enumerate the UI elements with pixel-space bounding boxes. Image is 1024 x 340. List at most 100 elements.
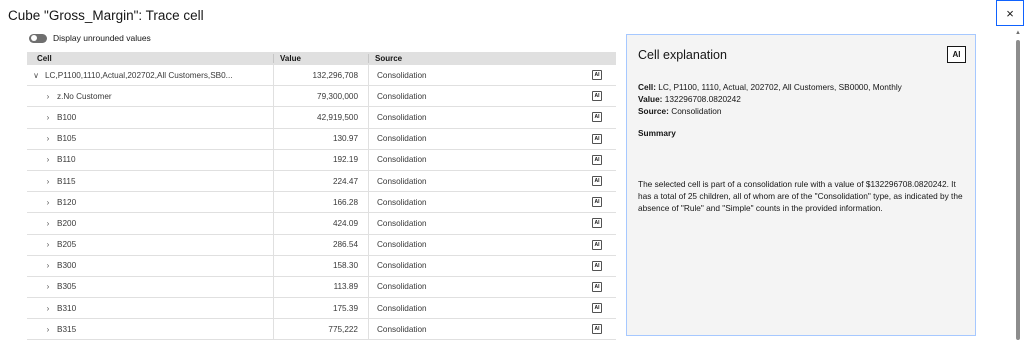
chevron-right-icon[interactable]: › (43, 198, 53, 207)
chevron-right-icon[interactable]: › (43, 304, 53, 313)
ai-explain-icon[interactable]: AI (592, 175, 602, 186)
header-source[interactable]: Source (368, 54, 616, 63)
row-source: Consolidation (368, 149, 616, 170)
scroll-thumb[interactable] (1016, 40, 1020, 340)
table-row[interactable]: › B110 192.19 Consolidation AI (27, 149, 616, 171)
table-row[interactable]: › B305 113.89 Consolidation AI (27, 276, 616, 299)
row-cell: ∨ LC,P1100,1110,Actual,202702,All Custome… (27, 71, 273, 80)
row-value: 192.19 (273, 149, 368, 170)
close-button[interactable]: × (996, 0, 1024, 26)
row-cell-label: z.No Customer (57, 91, 112, 101)
ai-explain-icon[interactable]: AI (592, 303, 602, 314)
ai-explain-icon[interactable]: AI (592, 281, 602, 292)
table-row[interactable]: › B105 130.97 Consolidation AI (27, 128, 616, 150)
chevron-right-icon[interactable]: › (43, 177, 53, 186)
row-value: 42,919,500 (273, 107, 368, 128)
summary-heading: Summary (638, 128, 676, 138)
chevron-right-icon[interactable]: › (43, 134, 53, 143)
table-row[interactable]: › B315 775,222 Consolidation AI (27, 319, 616, 340)
source-label: Source: (638, 106, 669, 116)
row-source: Consolidation (368, 319, 616, 340)
table-row[interactable]: › z.No Customer 79,300,000 Consolidation AI (27, 86, 616, 108)
ai-explain-icon[interactable]: AI (592, 112, 602, 123)
row-source: Consolidation (368, 276, 616, 298)
row-cell-label: B105 (57, 134, 77, 144)
table-row[interactable]: › B120 166.28 Consolidation AI (27, 192, 616, 214)
row-source: Consolidation (368, 107, 616, 128)
chevron-right-icon[interactable]: › (43, 155, 53, 164)
row-value: 224.47 (273, 170, 368, 192)
ai-explain-icon[interactable]: AI (592, 218, 602, 229)
row-source: Consolidation (368, 298, 616, 319)
panel-heading: Cell explanation (638, 48, 727, 62)
header-cell[interactable]: Cell (27, 54, 273, 63)
table-row[interactable]: › B310 175.39 Consolidation AI (27, 298, 616, 320)
row-cell: › B110 (27, 155, 273, 164)
row-cell-label: B310 (57, 303, 77, 313)
summary-text: The selected cell is part of a consolida… (638, 179, 963, 213)
unrounded-toggle-row[interactable]: Display unrounded values (29, 33, 151, 43)
row-value: 775,222 (273, 319, 368, 340)
ai-explain-icon[interactable]: AI (592, 154, 602, 165)
row-source: Consolidation (368, 213, 616, 234)
row-cell-label: LC,P1100,1110,Actual,202702,All Customer… (45, 70, 233, 80)
close-icon[interactable]: × (1006, 6, 1014, 21)
chevron-right-icon[interactable]: › (43, 282, 53, 291)
ai-explain-icon[interactable]: AI (592, 324, 602, 335)
scrollbar[interactable]: ▲ (1014, 30, 1022, 340)
chevron-right-icon[interactable]: › (43, 92, 53, 101)
chevron-right-icon[interactable]: › (43, 219, 53, 228)
row-cell: › B315 (27, 325, 273, 334)
header-value[interactable]: Value (273, 54, 368, 63)
row-source: Consolidation (368, 170, 616, 192)
row-cell: › B105 (27, 134, 273, 143)
chevron-right-icon[interactable]: › (43, 113, 53, 122)
row-value: 166.28 (273, 192, 368, 213)
cell-explanation-panel: Cell explanation AI Cell: LC, P1100, 111… (626, 34, 976, 336)
chevron-right-icon[interactable]: › (43, 261, 53, 270)
ai-explain-icon[interactable]: AI (592, 239, 602, 250)
scroll-up-icon[interactable]: ▲ (1014, 30, 1022, 38)
row-cell: › B310 (27, 304, 273, 313)
row-source: Consolidation (368, 128, 616, 149)
row-cell-label: B100 (57, 112, 77, 122)
row-cell-label: B200 (57, 218, 77, 228)
row-cell-label: B120 (57, 197, 77, 207)
row-cell: › B115 (27, 177, 273, 186)
row-cell-label: B115 (57, 176, 76, 186)
table-row[interactable]: › B115 224.47 Consolidation AI (27, 170, 616, 193)
grid-body: ∨ LC,P1100,1110,Actual,202702,All Custome… (27, 65, 616, 340)
unrounded-toggle[interactable] (29, 33, 47, 43)
trace-grid: Cell Value Source ∨ LC,P1100,1110,Actual,… (27, 52, 616, 340)
ai-explain-icon[interactable]: AI (592, 70, 602, 80)
table-row[interactable]: › B300 158.30 Consolidation AI (27, 255, 616, 277)
table-row[interactable]: › B100 42,919,500 Consolidation AI (27, 107, 616, 129)
row-cell-label: B205 (57, 240, 77, 250)
row-value: 79,300,000 (273, 86, 368, 107)
table-row[interactable]: › B200 424.09 Consolidation AI (27, 213, 616, 235)
chevron-right-icon[interactable]: › (43, 240, 53, 249)
ai-explain-icon[interactable]: AI (592, 260, 602, 271)
chevron-right-icon[interactable]: › (43, 325, 53, 334)
chevron-down-icon[interactable]: ∨ (31, 71, 41, 80)
ai-explain-icon[interactable]: AI (592, 133, 602, 144)
ai-explain-icon[interactable]: AI (592, 197, 602, 208)
page-title: Cube "Gross_Margin": Trace cell (8, 8, 204, 23)
row-cell-label: B305 (57, 282, 77, 292)
table-row[interactable]: › B205 286.54 Consolidation AI (27, 234, 616, 256)
row-cell: › B100 (27, 113, 273, 122)
table-row[interactable]: ∨ LC,P1100,1110,Actual,202702,All Custome… (27, 65, 616, 87)
row-source: Consolidation (368, 234, 616, 255)
row-value: 424.09 (273, 213, 368, 234)
row-source: Consolidation (368, 255, 616, 276)
row-cell: › z.No Customer (27, 92, 273, 101)
row-cell: › B200 (27, 219, 273, 228)
row-source: Consolidation (368, 65, 616, 86)
ai-explain-icon[interactable]: AI (592, 91, 602, 102)
row-value: 286.54 (273, 234, 368, 255)
row-cell: › B205 (27, 240, 273, 249)
row-cell: › B120 (27, 198, 273, 207)
grid-header: Cell Value Source (27, 52, 616, 65)
cell-label: Cell: (638, 82, 656, 92)
row-source: Consolidation (368, 86, 616, 107)
